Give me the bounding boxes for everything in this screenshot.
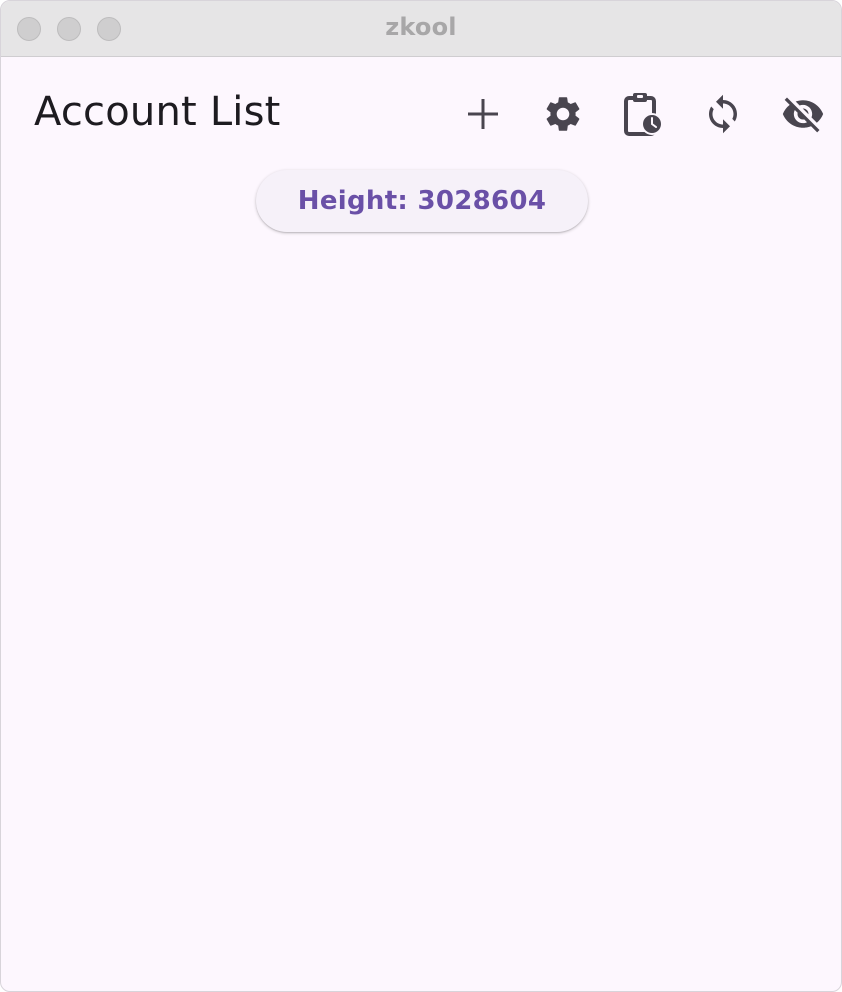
sync-button[interactable] (691, 82, 755, 146)
toggle-visibility-button[interactable] (771, 82, 835, 146)
page-title: Account List (34, 89, 281, 135)
sync-height-button[interactable]: Height: 3028604 (256, 170, 588, 232)
window-title: zkool (385, 13, 457, 41)
history-button[interactable] (611, 82, 675, 146)
gear-icon (546, 97, 580, 131)
add-icon (468, 99, 498, 129)
sync-icon (709, 94, 737, 134)
app-bar: Account List (1, 58, 841, 168)
clipboard-clock-icon (624, 93, 663, 136)
eye-off-icon (782, 97, 824, 133)
account-list (1, 241, 841, 981)
window-titlebar: zkool (1, 1, 841, 57)
app-window: zkool Account List Height: 3028604 (0, 0, 842, 992)
settings-button[interactable] (531, 82, 595, 146)
add-account-button[interactable] (451, 82, 515, 146)
